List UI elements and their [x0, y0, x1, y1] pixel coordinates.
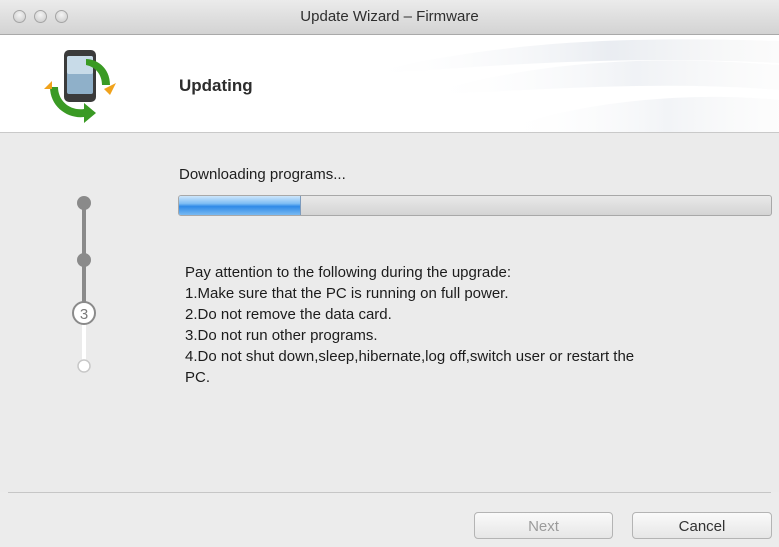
note-line: 4.Do not shut down,sleep,hibernate,log o… [185, 348, 635, 365]
step-4-pending [77, 359, 91, 373]
footer-divider [8, 492, 771, 493]
note-line: PC. [185, 369, 211, 386]
progress-fill [179, 196, 302, 215]
download-progress-bar [178, 195, 772, 216]
note-line: 2.Do not remove the data card. [185, 306, 392, 323]
cancel-button[interactable]: Cancel [632, 512, 772, 539]
next-button[interactable]: Next [474, 512, 613, 539]
page-title: Updating [179, 76, 253, 95]
update-wizard-window: Update Wizard – Firmware Updating 3 Down… [0, 0, 779, 547]
title-bar[interactable]: Update Wizard – Firmware [0, 0, 779, 35]
step-indicator: 3 [72, 196, 96, 373]
progress-status-text: Downloading programs... [179, 166, 346, 183]
note-line: Pay attention to the following during th… [185, 264, 512, 281]
step-1-completed [77, 196, 91, 210]
phone-sync-icon [44, 50, 116, 123]
note-line: 1.Make sure that the PC is running on fu… [185, 285, 509, 302]
step-3-number: 3 [80, 306, 88, 323]
step-2-completed [77, 253, 91, 267]
note-line: 3.Do not run other programs. [185, 327, 378, 344]
wizard-content: 3 Downloading programs... Pay attention … [0, 133, 779, 492]
upgrade-notes: Pay attention to the following during th… [185, 262, 765, 388]
wizard-header: Updating [0, 35, 779, 133]
window-title: Update Wizard – Firmware [300, 8, 479, 25]
